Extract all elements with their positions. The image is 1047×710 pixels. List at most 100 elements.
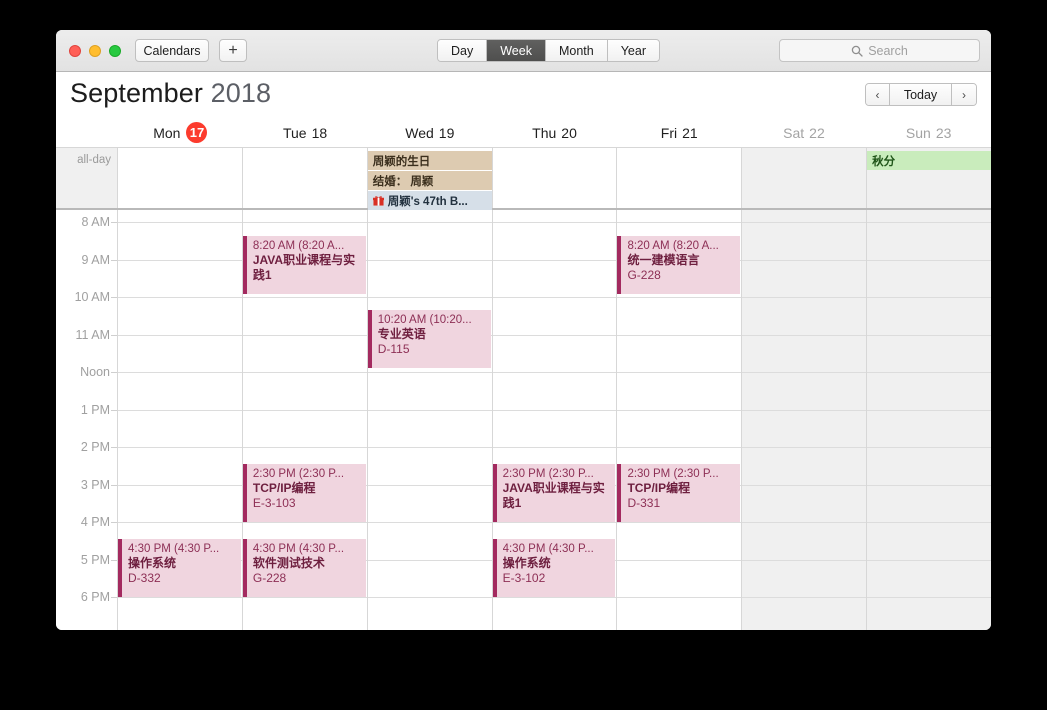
time-grid-scroll-area[interactable]: 8 AM 9 AM 10 AM 11 AM Noon 1 PM 2 PM 3 PM 4 PM 5 …: [56, 210, 991, 630]
hour-gridline: [867, 259, 991, 261]
day-column-tue[interactable]: 8:20 AM (8:20 A... JAVA职业课程与实践1 2:30 PM (2…: [242, 210, 368, 630]
event-time: 2:30 PM (2:30 P...: [502, 468, 594, 480]
hour-gridline: [242, 372, 367, 373]
all-day-event[interactable]: 周颖的生日: [367, 151, 492, 170]
hour-gridline: [367, 222, 492, 223]
today-button-label: Today: [903, 87, 938, 102]
plus-icon: +: [228, 41, 238, 59]
next-week-button[interactable]: ›: [952, 84, 976, 105]
hour-gridline: [867, 334, 991, 336]
hour-gridline: [118, 222, 242, 223]
all-day-column-fri[interactable]: [617, 148, 743, 208]
calendar-event[interactable]: 8:20 AM (8:20 A... JAVA职业课程与实践1: [242, 236, 366, 294]
event-time: 4:30 PM (4:30 P...: [502, 543, 594, 555]
tab-year[interactable]: Year: [607, 40, 659, 61]
all-day-event[interactable]: 秋分: [867, 151, 991, 170]
event-location: G-228: [252, 571, 287, 585]
search-input[interactable]: Search: [779, 39, 980, 62]
time-label: 8 AM: [81, 215, 111, 229]
day-header-number: 22: [809, 124, 825, 141]
day-column-thu[interactable]: 2:30 PM (2:30 P... JAVA职业课程与实践1 4:30 PM (4…: [492, 210, 618, 630]
day-column-fri[interactable]: 8:20 AM (8:20 A... 统一建模语言 G-228 2:30 PM (2:…: [617, 210, 743, 630]
all-day-column-sun[interactable]: 秋分: [867, 148, 991, 208]
day-header-tue[interactable]: Tue 18: [243, 118, 368, 147]
hour-gridline: [118, 409, 242, 411]
hour-gridline: [367, 447, 492, 448]
tab-month[interactable]: Month: [545, 40, 608, 61]
hour-gridline: [367, 372, 492, 373]
calendar-event[interactable]: 2:30 PM (2:30 P... TCP/IP编程 E-3-103: [242, 464, 366, 522]
calendar-event[interactable]: 4:30 PM (4:30 P... 软件测试技术 G-228: [242, 539, 366, 597]
calendar-event[interactable]: 2:30 PM (2:30 P... TCP/IP编程 D-331: [617, 464, 741, 522]
maximize-window-button[interactable]: [109, 45, 121, 57]
day-header-name: Tue: [282, 124, 307, 141]
hour-gridline: [617, 597, 742, 598]
minimize-window-button[interactable]: [89, 45, 101, 57]
hour-gridline: [118, 334, 242, 336]
today-button[interactable]: Today: [890, 84, 952, 105]
all-day-column-thu[interactable]: [492, 148, 618, 208]
gift-icon: [372, 195, 384, 206]
event-location: E-3-102: [502, 571, 546, 585]
day-header-number: 18: [311, 124, 328, 141]
day-header-sat[interactable]: Sat 22: [742, 118, 867, 147]
calendars-button[interactable]: Calendars: [135, 39, 209, 62]
tab-day-label: Day: [451, 43, 474, 58]
hour-gridline: [742, 334, 867, 336]
all-day-column-tue[interactable]: [242, 148, 368, 208]
all-day-event-title: 周颖的生日: [372, 155, 431, 168]
today-date-badge: 17: [186, 122, 208, 143]
time-label: Noon: [80, 365, 110, 379]
day-column-mon[interactable]: 4:30 PM (4:30 P... 操作系统 D-332: [118, 210, 243, 630]
tab-year-label: Year: [620, 43, 646, 58]
window-titlebar: Calendars + Day Week Month Year Search: [56, 30, 991, 72]
hour-gridline: [242, 522, 367, 523]
day-header-fri[interactable]: Fri 21: [617, 118, 742, 147]
view-segmented-control[interactable]: Day Week Month Year: [437, 39, 660, 62]
hour-gridline: [492, 297, 617, 298]
all-day-event[interactable]: 周颖's 47th B...: [367, 191, 492, 210]
day-header-mon[interactable]: Mon 17: [118, 118, 243, 147]
day-column-sat[interactable]: [742, 210, 868, 630]
day-column-wed[interactable]: 10:20 AM (10:20... 专业英语 D-115: [367, 210, 493, 630]
calendar-event[interactable]: 8:20 AM (8:20 A... 统一建模语言 G-228: [617, 236, 741, 294]
add-event-button[interactable]: +: [219, 39, 247, 62]
hour-gridline: [742, 409, 867, 411]
day-column-sun[interactable]: [867, 210, 991, 630]
hour-gridline: [242, 409, 367, 411]
calendar-event[interactable]: 4:30 PM (4:30 P... 操作系统 D-332: [118, 539, 241, 597]
day-header-wed[interactable]: Wed 19: [367, 118, 492, 147]
hour-gridline: [367, 259, 492, 261]
calendar-event[interactable]: 2:30 PM (2:30 P... JAVA职业课程与实践1: [492, 464, 616, 522]
hour-gridline: [367, 297, 492, 298]
all-day-event-title: 周颖's 47th B...: [387, 195, 468, 208]
day-header-sun[interactable]: Sun 23: [866, 118, 991, 147]
calendar-window: Calendars + Day Week Month Year Search S…: [56, 30, 991, 630]
close-window-button[interactable]: [69, 45, 81, 57]
hour-gridline: [492, 372, 617, 373]
hour-gridline: [617, 409, 742, 411]
all-day-column-sat[interactable]: [742, 148, 868, 208]
hour-gridline: [742, 597, 867, 598]
time-tick: [111, 484, 117, 486]
hour-gridline: [867, 559, 991, 561]
all-day-event[interactable]: 结婚： 周颖: [367, 171, 492, 190]
date-navigation-group[interactable]: ‹ Today ›: [865, 83, 977, 106]
previous-week-button[interactable]: ‹: [866, 84, 890, 105]
hour-gridline: [118, 372, 242, 373]
day-header-number: 19: [438, 124, 455, 141]
all-day-column-mon[interactable]: [118, 148, 243, 208]
day-header-number: 20: [561, 124, 577, 141]
tab-week[interactable]: Week: [487, 40, 546, 61]
all-day-column-wed[interactable]: 周颖的生日结婚： 周颖周颖's 47th B...: [367, 148, 493, 210]
day-header-thu[interactable]: Thu 20: [492, 118, 617, 147]
calendar-event[interactable]: 10:20 AM (10:20... 专业英语 D-115: [367, 310, 491, 368]
search-placeholder: Search: [868, 43, 908, 58]
tab-day[interactable]: Day: [438, 40, 488, 61]
calendar-event[interactable]: 4:30 PM (4:30 P... 操作系统 E-3-102: [492, 539, 616, 597]
time-tick: [111, 559, 117, 561]
hour-gridline: [742, 372, 867, 373]
event-time: 8:20 AM (8:20 A...: [252, 240, 345, 252]
event-time: 4:30 PM (4:30 P...: [128, 543, 220, 555]
time-tick: [111, 259, 117, 261]
